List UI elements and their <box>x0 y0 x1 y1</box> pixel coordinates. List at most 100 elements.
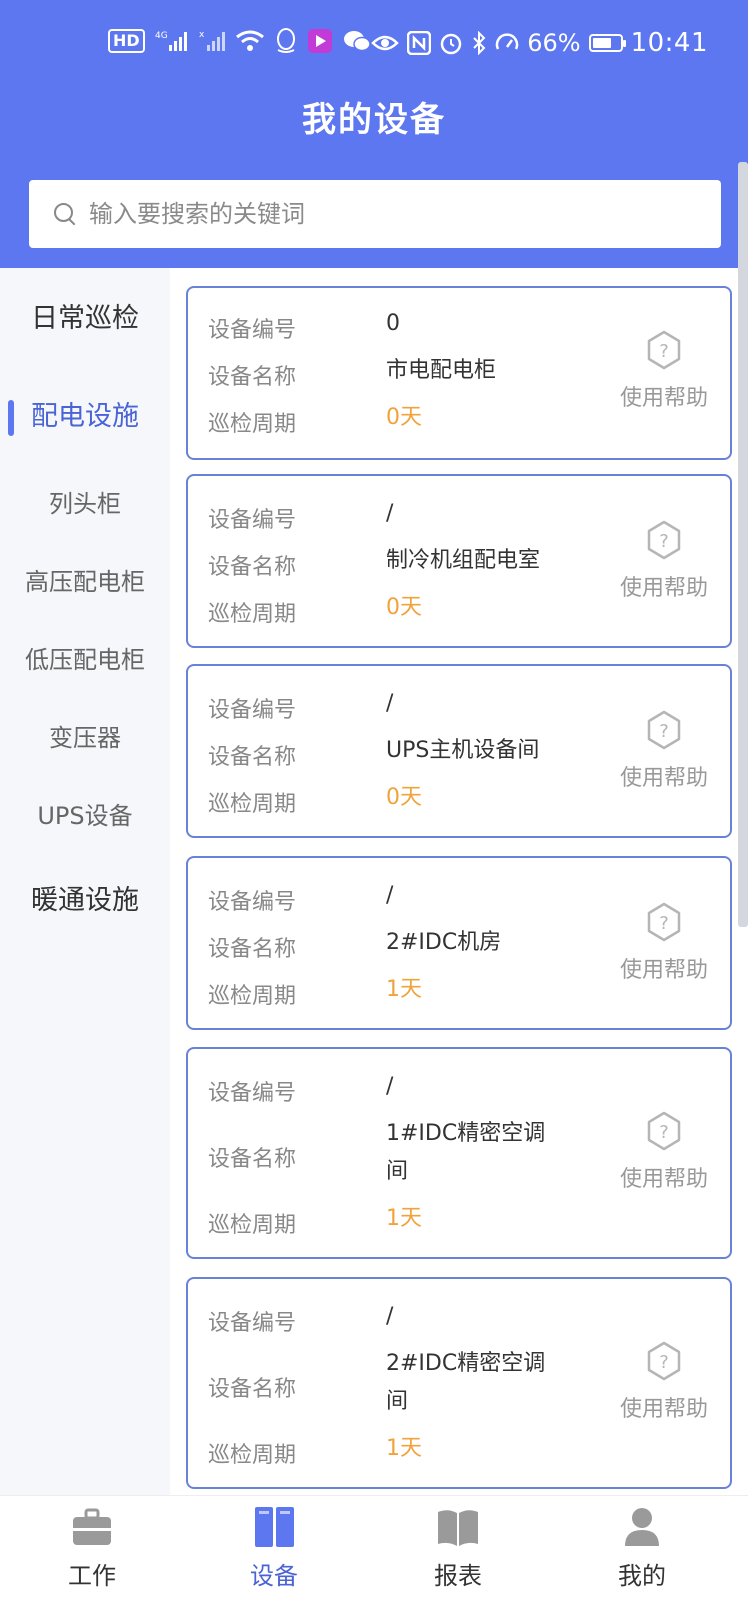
nav-devices[interactable]: 设备 <box>204 1504 344 1591</box>
book-icon <box>438 1510 478 1546</box>
battery-icon <box>588 34 626 52</box>
nav-reports[interactable]: 报表 <box>388 1504 528 1591</box>
help-button[interactable]: ? 使用帮助 <box>618 520 710 602</box>
svg-text:?: ? <box>659 1352 669 1373</box>
name-label: 设备名称 <box>208 745 297 770</box>
help-button[interactable]: ? 使用帮助 <box>618 1341 710 1423</box>
clock: 10:41 <box>630 28 708 58</box>
status-bar: HD 4G x 66% 10:41 <box>0 22 748 66</box>
sidebar-item-low-voltage-cabinet[interactable]: 低压配电柜 <box>0 640 170 675</box>
name-label: 设备名称 <box>208 555 297 580</box>
help-icon: ? <box>647 520 681 560</box>
active-indicator <box>8 400 14 436</box>
help-icon: ? <box>647 1111 681 1151</box>
bottom-nav: 工作 设备 报表 我的 <box>0 1495 748 1600</box>
code-value: / <box>386 1304 394 1329</box>
nav-label: 报表 <box>434 1562 482 1590</box>
device-card[interactable]: 设备编号 / 设备名称 UPS主机设备间 巡检周期 0天 ? 使用帮助 <box>186 664 732 838</box>
nav-work[interactable]: 工作 <box>22 1504 162 1591</box>
sidebar-item-ups-equipment[interactable]: UPS设备 <box>0 796 170 831</box>
help-label: 使用帮助 <box>619 1167 708 1192</box>
code-value: / <box>386 883 394 908</box>
code-value: / <box>386 1074 394 1099</box>
help-label: 使用帮助 <box>619 1397 708 1422</box>
name-value: 制冷机组配电室 <box>386 548 541 573</box>
device-card[interactable]: 设备编号 / 设备名称 制冷机组配电室 巡检周期 0天 ? 使用帮助 <box>186 474 732 648</box>
nav-label: 工作 <box>68 1562 116 1590</box>
speedometer-icon <box>495 33 519 50</box>
device-card[interactable]: 设备编号 / 设备名称 2#IDC机房 巡检周期 1天 ? 使用帮助 <box>186 856 732 1030</box>
name-label: 设备名称 <box>208 1147 297 1172</box>
name-label: 设备名称 <box>208 937 297 962</box>
name-label: 设备名称 <box>208 1377 297 1402</box>
name-value: UPS主机设备间 <box>386 738 540 763</box>
signal-icon: x <box>199 30 225 51</box>
help-button[interactable]: ? 使用帮助 <box>618 710 710 792</box>
device-icon <box>255 1507 294 1547</box>
help-label: 使用帮助 <box>619 386 708 411</box>
code-label: 设备编号 <box>208 698 297 723</box>
sidebar-item-high-voltage-cabinet[interactable]: 高压配电柜 <box>0 562 170 597</box>
sidebar-item-power-distribution[interactable]: 配电设施 <box>0 394 170 433</box>
search-input[interactable] <box>89 200 689 228</box>
hd-icon: HD <box>108 29 145 53</box>
cycle-label: 巡检周期 <box>208 1213 297 1238</box>
nav-label: 我的 <box>618 1562 666 1590</box>
name-label: 设备名称 <box>208 365 297 390</box>
device-card[interactable]: 设备编号 / 设备名称 1#IDC精密空调间 巡检周期 1天 ? 使用帮助 <box>186 1047 732 1259</box>
briefcase-icon <box>73 1508 111 1545</box>
wifi-icon <box>235 30 264 51</box>
name-value: 2#IDC精密空调间 <box>386 1351 546 1414</box>
cycle-label: 巡检周期 <box>208 1443 297 1468</box>
cycle-label: 巡检周期 <box>208 984 297 1009</box>
code-label: 设备编号 <box>208 508 297 533</box>
cycle-value: 0天 <box>386 405 422 430</box>
code-label: 设备编号 <box>208 1081 297 1106</box>
scrollbar[interactable] <box>738 162 748 927</box>
help-label: 使用帮助 <box>619 576 708 601</box>
svg-text:?: ? <box>659 1122 669 1143</box>
search-icon <box>53 202 77 226</box>
battery-percent: 66% <box>527 29 581 57</box>
help-label: 使用帮助 <box>619 766 708 791</box>
sidebar-item-hvac[interactable]: 暖通设施 <box>0 878 170 917</box>
app-icon <box>307 29 332 53</box>
nfc-icon <box>407 31 432 55</box>
help-button[interactable]: ? 使用帮助 <box>618 330 710 412</box>
help-icon: ? <box>647 902 681 942</box>
cycle-value: 0天 <box>386 595 422 620</box>
page-title: 我的设备 <box>302 100 446 140</box>
search-bar[interactable] <box>29 180 721 248</box>
help-label: 使用帮助 <box>619 958 708 983</box>
device-card[interactable]: 设备编号 0 设备名称 市电配电柜 巡检周期 0天 ? 使用帮助 <box>186 286 732 460</box>
help-button[interactable]: ? 使用帮助 <box>618 902 710 984</box>
svg-text:?: ? <box>659 721 669 742</box>
bluetooth-icon <box>473 31 486 55</box>
sidebar-item-daily-inspection[interactable]: 日常巡检 <box>0 296 170 335</box>
nav-mine[interactable]: 我的 <box>572 1504 712 1591</box>
code-value: / <box>386 501 394 526</box>
help-icon: ? <box>647 710 681 750</box>
sidebar-item-column-cabinet[interactable]: 列头柜 <box>0 484 170 519</box>
help-icon: ? <box>647 330 681 370</box>
code-label: 设备编号 <box>208 318 297 343</box>
svg-text:?: ? <box>659 913 669 934</box>
code-value: / <box>386 691 394 716</box>
code-label: 设备编号 <box>208 890 297 915</box>
sidebar-item-transformer[interactable]: 变压器 <box>0 718 170 753</box>
svg-text:?: ? <box>659 531 669 552</box>
cycle-label: 巡检周期 <box>208 412 297 437</box>
code-value: 0 <box>386 311 400 336</box>
signal-4g-icon: 4G <box>155 31 187 51</box>
code-label: 设备编号 <box>208 1311 297 1336</box>
nav-label: 设备 <box>250 1562 298 1590</box>
name-value: 市电配电柜 <box>386 358 497 383</box>
cycle-label: 巡检周期 <box>208 792 297 817</box>
wechat-icon <box>343 31 371 52</box>
header: HD 4G x 66% 10:41 我的设备 输入要搜索的关键词 <box>0 0 748 268</box>
category-sidebar: 日常巡检 配电设施 列头柜 高压配电柜 低压配电柜 变压器 UPS设备 暖通设施 <box>0 268 170 1495</box>
alarm-icon <box>440 33 462 55</box>
help-button[interactable]: ? 使用帮助 <box>618 1111 710 1193</box>
qq-icon <box>276 28 295 53</box>
device-card[interactable]: 设备编号 / 设备名称 2#IDC精密空调间 巡检周期 1天 ? 使用帮助 <box>186 1277 732 1489</box>
